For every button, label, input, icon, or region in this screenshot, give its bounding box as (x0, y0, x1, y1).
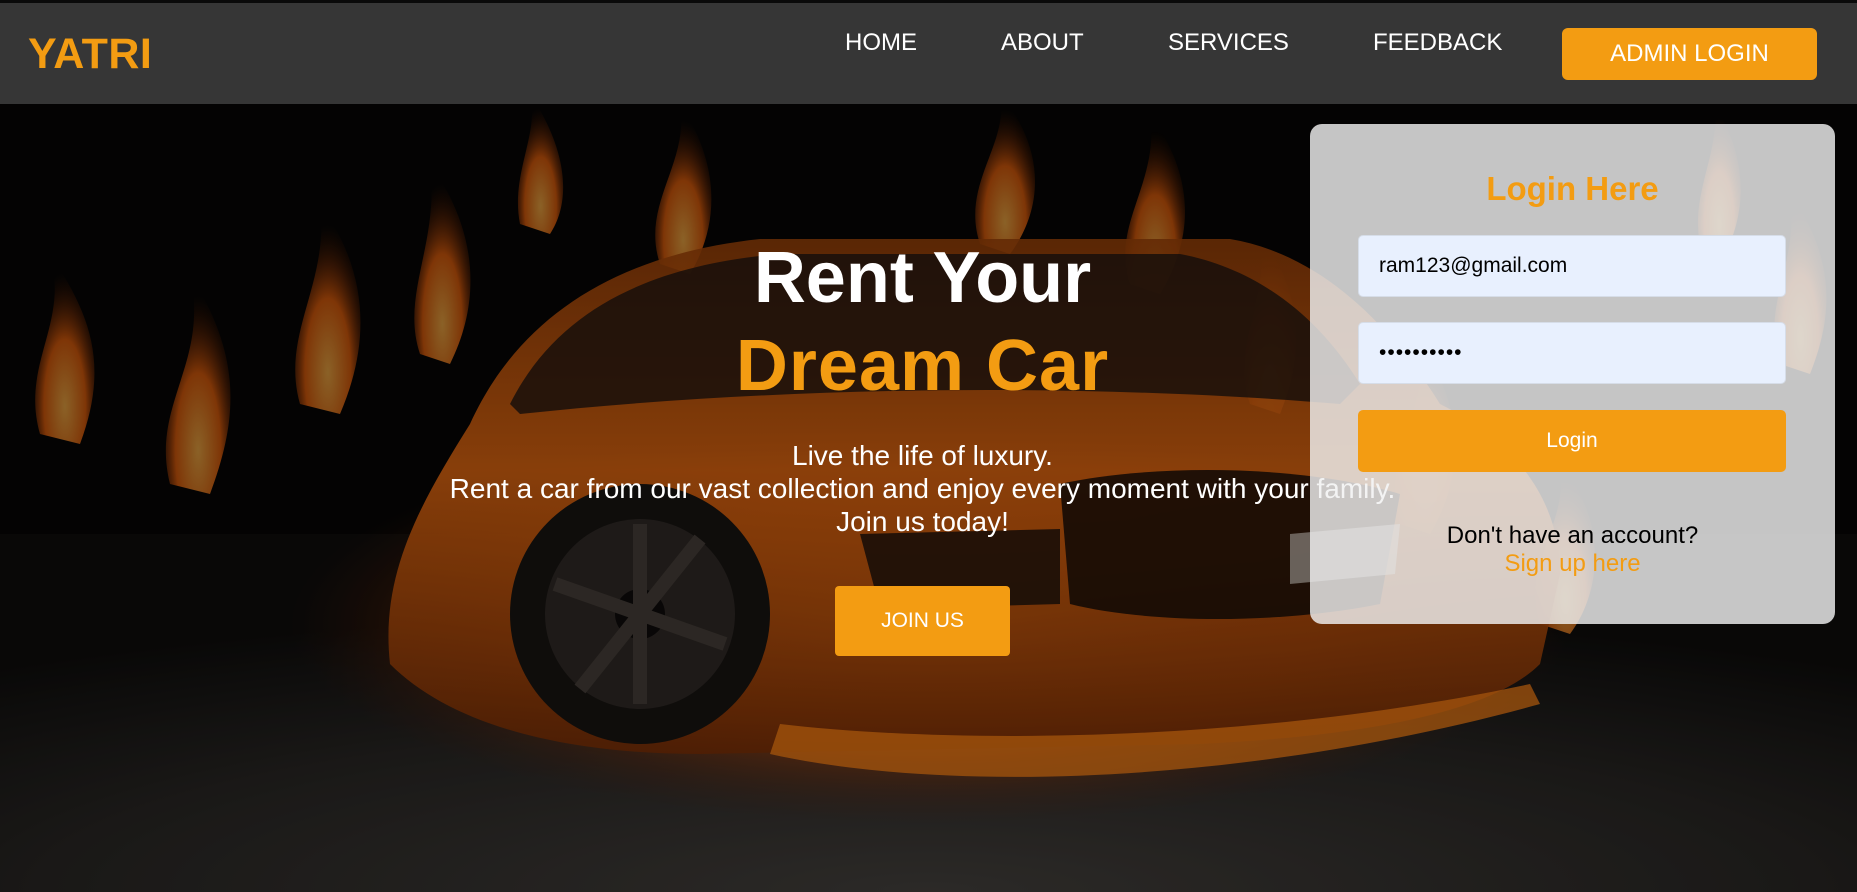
brand-logo[interactable]: YATRI (28, 33, 152, 76)
admin-login-button[interactable]: ADMIN LOGIN (1562, 28, 1817, 80)
nav-link-about[interactable]: ABOUT (1001, 31, 1084, 55)
signup-link[interactable]: Sign up here (1310, 552, 1835, 576)
nav-link-feedback[interactable]: FEEDBACK (1373, 31, 1502, 55)
nav-link-services[interactable]: SERVICES (1168, 31, 1289, 55)
login-title: Login Here (1486, 170, 1659, 207)
login-button[interactable]: Login (1358, 410, 1786, 472)
no-account-text: Don't have an account? (1446, 522, 1699, 549)
join-us-button[interactable]: JOIN US (835, 586, 1010, 656)
nav-link-home[interactable]: HOME (845, 31, 917, 55)
login-panel: Login Here Login Don't have an account? … (1310, 124, 1835, 624)
hero-section: Rent Your Dream Car Live the life of lux… (0, 104, 1857, 892)
password-input[interactable] (1358, 322, 1786, 384)
email-input[interactable] (1358, 235, 1786, 297)
navbar: YATRI HOME ABOUT SERVICES FEEDBACK ADMIN… (0, 3, 1857, 104)
